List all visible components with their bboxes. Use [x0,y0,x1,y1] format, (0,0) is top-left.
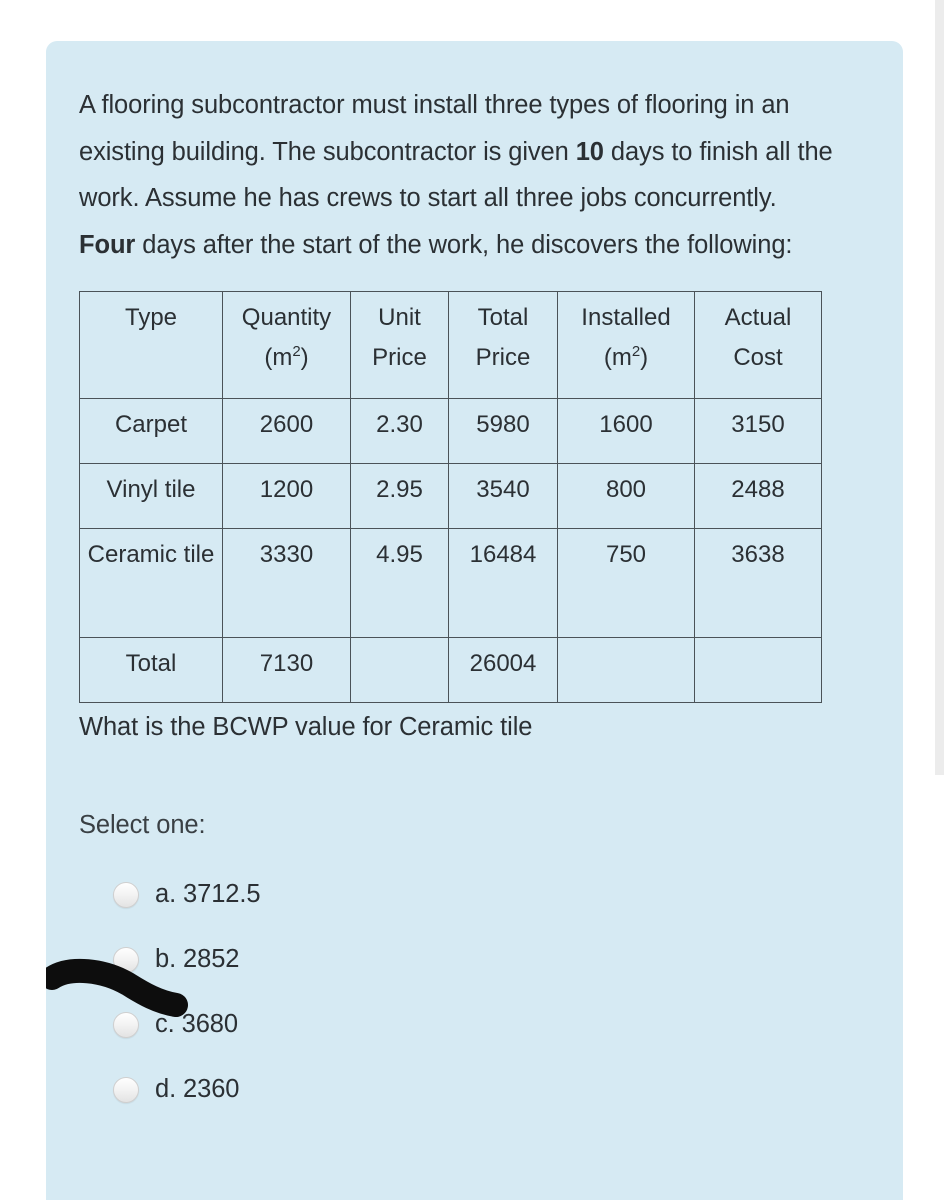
cell-actual_cost: 3150 [694,398,822,464]
answer-option-label: c. 3680 [155,1010,238,1038]
cell-quantity: 2600 [222,398,351,464]
column-header-line2: Cost [733,344,783,371]
column-header-1: Quantity (m2) [222,291,351,399]
cell-total-total_price: 26004 [448,637,558,703]
cell-total-actual_cost [694,637,822,703]
question-statement: A flooring subcontractor must install th… [79,82,839,268]
answer-option[interactable]: d. 2360 [79,1057,869,1122]
question-prompt: What is the BCWP value for Ceramic tile [79,713,533,741]
cell-installed: 800 [557,463,695,529]
radio-button-icon[interactable] [113,1076,139,1103]
radio-button-icon[interactable] [113,881,139,908]
radio-button-icon[interactable] [113,946,139,973]
table-body: Carpet 2600 2.30 5980 1600 3150 Vinyl tile 1200… [79,398,822,703]
column-header-line2: Price [372,344,427,371]
answer-option-label: b. 2852 [155,945,240,973]
table-row: Vinyl tile 1200 2.95 3540 800 2488 [79,463,822,529]
column-header-line1: Total [477,304,529,331]
cell-unit_price: 2.95 [350,463,449,529]
cell-installed: 750 [557,528,695,638]
answer-option[interactable]: a. 3712.5 [79,862,869,927]
column-header-line1: Quantity [241,304,332,331]
superscript-two: 2 [631,343,641,360]
superscript-two: 2 [292,343,301,360]
column-header-line1: Actual [724,304,792,331]
question-card: A flooring subcontractor must install th… [46,41,903,1200]
cell-type: Carpet [79,398,223,464]
cell-unit_price: 4.95 [350,528,449,638]
cell-actual_cost: 2488 [694,463,822,529]
cell-type: Vinyl tile [79,463,223,529]
answer-option[interactable]: b. 2852 [79,927,869,992]
statement-run: days after the start of the work, he dis… [135,230,793,259]
answer-option[interactable]: c. 3680 [79,992,869,1057]
cell-quantity: 1200 [222,463,351,529]
cell-type: Ceramic tile [79,528,223,638]
cell-quantity: 3330 [222,528,351,638]
radio-button-icon[interactable] [113,1011,139,1038]
cell-total_price: 16484 [448,528,558,638]
statement-emphasis: Four [79,230,136,259]
question-content: A flooring subcontractor must install th… [79,82,869,1122]
cell-total-type: Total [79,637,223,703]
statement-emphasis: 10 [575,137,604,166]
column-header-2: Unit Price [350,291,449,399]
column-header-line2: Price [475,344,531,371]
table-row: Ceramic tile 3330 4.95 16484 750 3638 [79,528,822,638]
column-header-4: Installed (m2) [557,291,695,399]
answer-option-label: d. 2360 [155,1075,240,1103]
table-row: Carpet 2600 2.30 5980 1600 3150 [79,398,822,464]
cell-unit_price: 2.30 [350,398,449,464]
answer-option-label: a. 3712.5 [155,880,261,908]
cell-total-quantity: 7130 [222,637,351,703]
answer-options-list: a. 3712.5 b. 2852 c. 3680 d. 2360 [79,862,869,1122]
cell-total_price: 5980 [448,398,558,464]
cell-installed: 1600 [557,398,695,464]
cell-total-unit_price [350,637,449,703]
column-header-line2: (m2) [264,343,309,371]
page-scrollbar-thumb[interactable] [935,0,944,775]
column-header-5: Actual Cost [694,291,822,399]
table-header: Type Quantity (m2) Unit Price Total Price Insta… [79,291,822,399]
page-scrollbar-track[interactable] [933,0,951,1200]
column-header-0: Type [79,291,223,399]
column-header-line2: (m2) [603,343,649,371]
column-header-line1: Type [124,304,178,331]
table-header-row: Type Quantity (m2) Unit Price Total Price Insta… [79,291,822,399]
flooring-table-container: Type Quantity (m2) Unit Price Total Price Insta… [79,291,822,703]
column-header-line1: Unit [378,304,421,331]
table-row-total: Total 7130 26004 [79,637,822,703]
cell-total_price: 3540 [448,463,558,529]
select-one-label: Select one: [79,811,206,839]
column-header-line1: Installed [581,304,671,331]
flooring-table: Type Quantity (m2) Unit Price Total Price Insta… [79,291,822,703]
column-header-3: Total Price [448,291,558,399]
cell-total-installed [557,637,695,703]
cell-actual_cost: 3638 [694,528,822,638]
